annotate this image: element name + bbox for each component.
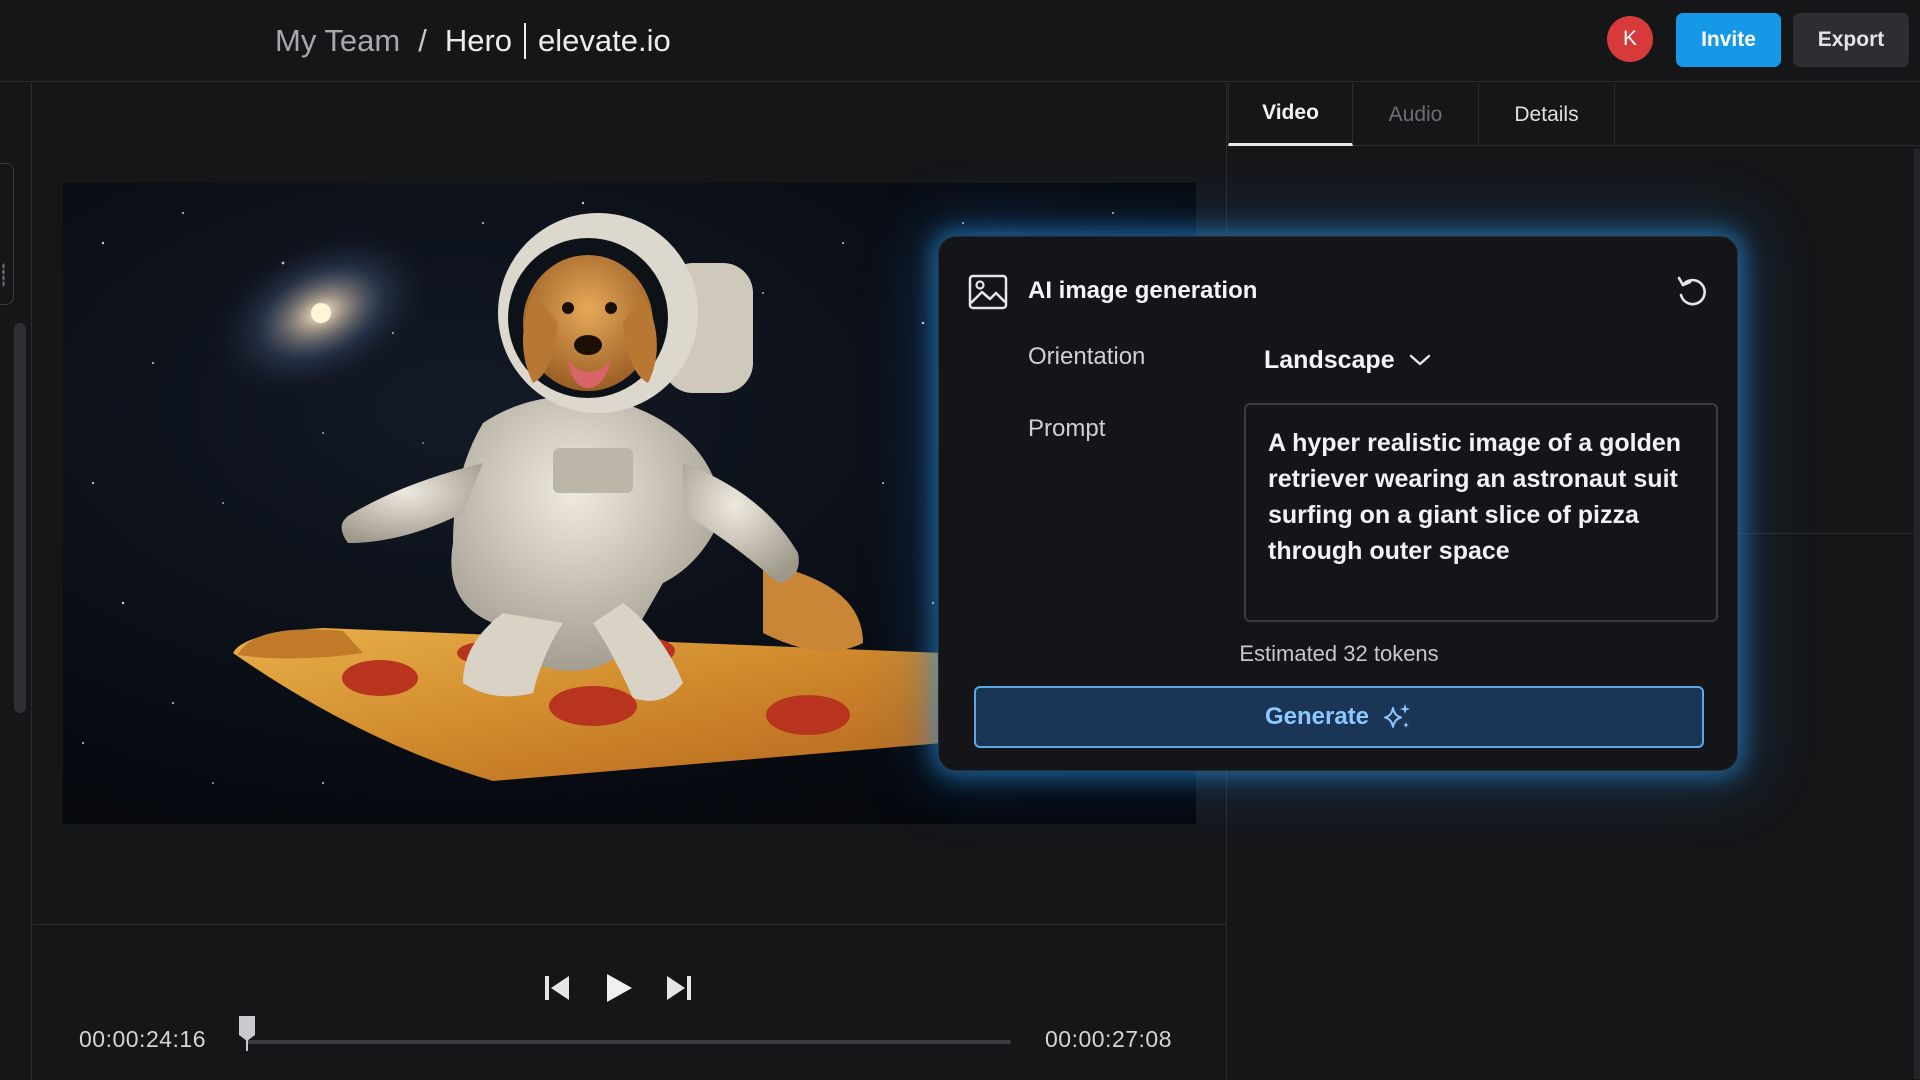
drag-handle-icon[interactable] — [2, 263, 5, 287]
chevron-down-icon — [1409, 354, 1430, 366]
export-button[interactable]: Export — [1793, 13, 1909, 67]
skip-forward-button[interactable] — [659, 968, 699, 1008]
generate-button[interactable]: Generate — [974, 686, 1704, 748]
generate-label: Generate — [1264, 703, 1370, 730]
tab-details[interactable]: Details — [1479, 83, 1615, 146]
prompt-label: Prompt — [1028, 415, 1106, 442]
avatar[interactable]: K — [1607, 16, 1653, 62]
tab-video[interactable]: Video — [1228, 83, 1353, 146]
skip-back-button[interactable] — [537, 968, 577, 1008]
play-icon — [607, 974, 632, 1002]
play-button[interactable] — [599, 968, 639, 1008]
image-icon — [968, 274, 1008, 310]
breadcrumb: My Team / Hero elevate.io — [275, 20, 671, 62]
tab-audio[interactable]: Audio — [1353, 83, 1479, 146]
panel-scrollbar[interactable] — [1914, 149, 1920, 1079]
skip-back-icon — [545, 976, 569, 1000]
rail-scrollbar[interactable] — [14, 323, 26, 713]
invite-button[interactable]: Invite — [1676, 13, 1781, 67]
token-estimate: Estimated 32 tokens — [1239, 641, 1439, 666]
breadcrumb-separator: / — [418, 23, 427, 58]
reset-button[interactable] — [1673, 273, 1711, 311]
orientation-label: Orientation — [1028, 343, 1146, 370]
sparkle-icon — [1384, 704, 1411, 728]
breadcrumb-project[interactable]: Hero — [445, 23, 512, 59]
panel-tabs: Video Audio Details — [1228, 83, 1920, 146]
orientation-value: Landscape — [1264, 345, 1395, 374]
prompt-textarea[interactable]: A hyper realistic image of a golden retr… — [1244, 403, 1718, 622]
skip-forward-icon — [667, 976, 691, 1000]
timeline-track[interactable] — [247, 1040, 1011, 1044]
panel-divider — [1738, 533, 1914, 534]
end-time: 00:00:27:08 — [1045, 1026, 1173, 1052]
player-controls: 00:00:24:16 00:00:27:08 — [33, 926, 1227, 1080]
orientation-select[interactable]: Landscape — [1264, 343, 1431, 377]
ai-image-generation-card: AI image generation Orientation Landscap… — [938, 236, 1738, 771]
card-title: AI image generation — [1028, 277, 1258, 304]
reset-icon — [1677, 276, 1706, 306]
playhead-handle[interactable] — [238, 1015, 256, 1051]
breadcrumb-file[interactable]: elevate.io — [538, 23, 671, 59]
breadcrumb-divider — [524, 23, 527, 59]
current-time: 00:00:24:16 — [79, 1026, 207, 1052]
left-rail — [0, 83, 32, 1080]
top-bar: My Team / Hero elevate.io K Invite Expor… — [0, 0, 1920, 82]
breadcrumb-team[interactable]: My Team — [275, 23, 400, 59]
